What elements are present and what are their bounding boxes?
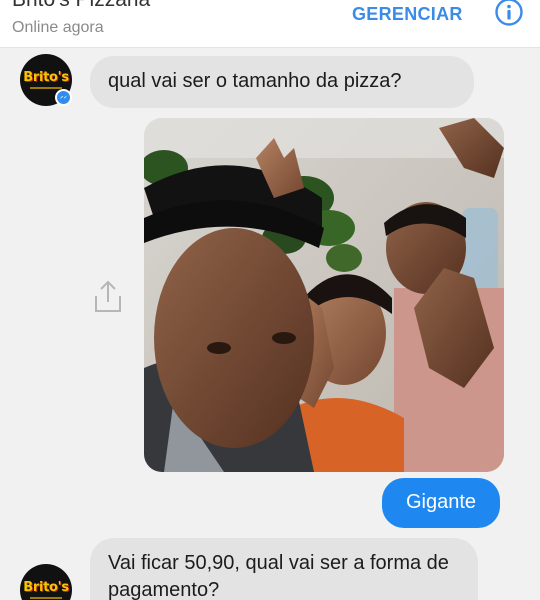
logo-underline [30, 597, 62, 599]
message-bubble-outgoing[interactable]: Gigante [382, 478, 500, 528]
contact-status: Online agora [12, 19, 104, 36]
contact-avatar[interactable]: Brito's [20, 564, 72, 600]
chat-header: Brito's Pizzaria Online agora GERENCIAR [0, 0, 540, 48]
message-bubble-incoming[interactable]: qual vai ser o tamanho da pizza? [90, 56, 474, 108]
contact-name[interactable]: Brito's Pizzaria [12, 0, 150, 12]
logo-text: Brito's [23, 70, 69, 85]
share-icon[interactable] [90, 276, 126, 316]
manage-button[interactable]: GERENCIAR [352, 4, 463, 25]
contact-avatar[interactable]: Brito's [20, 54, 72, 106]
info-icon[interactable] [494, 0, 524, 28]
message-bubble-incoming[interactable]: Vai ficar 50,90, qual vai ser a forma de… [90, 538, 478, 600]
messenger-badge-icon [55, 89, 72, 106]
logo-text: Brito's [23, 580, 69, 595]
photo-message[interactable] [144, 118, 504, 472]
logo-underline [30, 87, 62, 89]
photo-image [144, 118, 504, 472]
